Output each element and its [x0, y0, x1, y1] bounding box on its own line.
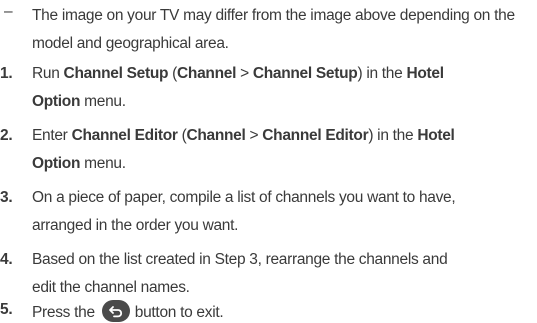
- back-button-icon: [101, 300, 130, 322]
- step-4-text-2: edit the channel names.: [32, 279, 190, 296]
- step-1-run: Run: [32, 65, 64, 82]
- step-5-text: Press the button to exit.: [32, 300, 224, 323]
- step-3-text-2: arranged in the order you want.: [32, 217, 239, 234]
- step-5-after: button to exit.: [130, 304, 224, 321]
- step-1-text-2: Option menu.: [32, 92, 126, 112]
- step-1-arrow: >: [236, 65, 253, 82]
- step-1-text: Run Channel Setup (Channel > Channel Set…: [32, 64, 444, 84]
- step-2-arrow: >: [245, 127, 263, 144]
- step-2-number: 2.: [0, 127, 13, 144]
- step-4-text: Based on the list created in Step 3, rea…: [32, 251, 448, 268]
- note-dash: –: [4, 3, 13, 20]
- step-1-channel-setup: Channel Setup: [63, 65, 169, 82]
- step-2-text: Enter Channel Editor (Channel > Channel …: [32, 126, 455, 146]
- step-1-channel-setup-2: Channel Setup: [252, 65, 358, 82]
- step-1-hotel: Hotel: [406, 65, 444, 82]
- step-1-option: Option: [32, 93, 81, 110]
- step-3-number: 3.: [0, 189, 13, 206]
- step-5-before: Press the: [32, 304, 99, 321]
- step-1-paren-open: (: [168, 65, 178, 82]
- step-3-text: On a piece of paper, compile a list of c…: [32, 189, 456, 206]
- note-text: The image on your TV may differ from the…: [32, 2, 522, 58]
- step-1-channel: Channel: [177, 65, 237, 82]
- step-2-menu: menu.: [80, 155, 126, 172]
- step-2-option: Option: [32, 155, 81, 172]
- step-2-text-2: Option menu.: [32, 154, 126, 174]
- step-4-number: 4.: [0, 251, 13, 268]
- step-2-channel: Channel: [186, 127, 246, 144]
- instruction-page: – The image on your TV may differ from t…: [0, 0, 537, 323]
- step-2-channel-editor-2: Channel Editor: [262, 127, 369, 144]
- step-5-number: 5.: [0, 301, 13, 318]
- step-1-number: 1.: [0, 65, 13, 82]
- step-1-paren-close: ) in the: [357, 65, 407, 82]
- step-2-channel-editor: Channel Editor: [71, 127, 178, 144]
- step-2-hotel: Hotel: [417, 127, 455, 144]
- step-2-paren-close: ) in the: [368, 127, 418, 144]
- step-1-menu: menu.: [80, 93, 126, 110]
- note-text-content: The image on your TV may differ from the…: [32, 7, 515, 52]
- step-2-enter: Enter: [32, 127, 72, 144]
